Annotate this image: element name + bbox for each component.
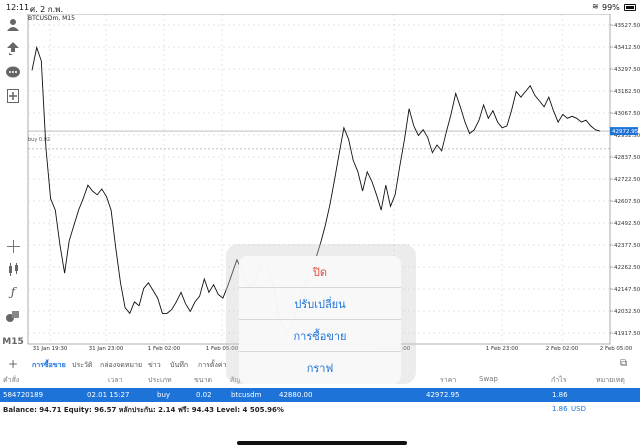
- y-tick-label: 41917.50: [614, 331, 640, 337]
- y-tick-label: 42147.50: [614, 287, 640, 293]
- summary-currency: USD: [571, 405, 586, 413]
- balance-summary: Balance: 94.71 Equity: 96.57 หลักประกัน:…: [0, 402, 640, 416]
- tab-history[interactable]: ประวัติ: [72, 360, 92, 371]
- col-type: ประเภท: [148, 376, 172, 384]
- battery-icon: [624, 4, 636, 11]
- y-tick-label: 42377.50: [614, 243, 640, 249]
- trade-icon[interactable]: [5, 40, 21, 56]
- cell-symbol: btcusdm: [231, 391, 262, 399]
- tab-trade[interactable]: การซื้อขาย: [32, 360, 66, 371]
- buy-order-label: buy 0.02: [28, 137, 51, 143]
- col-volume: ขนาด: [194, 376, 213, 384]
- shapes-icon[interactable]: [5, 308, 21, 324]
- close-position-button[interactable]: ปิด: [239, 256, 401, 287]
- new-order-icon[interactable]: [5, 88, 21, 104]
- summary-profit: 1.86: [552, 405, 568, 413]
- status-bar: 12:11 ศ. 2 ก.พ. ≋ 99%: [0, 0, 640, 14]
- x-tick-label: 31 Jan 23:00: [89, 346, 124, 352]
- chart-toolbar: ƒ M15: [0, 14, 26, 357]
- x-tick-label: 2 Feb 02:00: [546, 346, 579, 352]
- chart-title: BTCUSDm, M15: [28, 15, 75, 22]
- crosshair-icon[interactable]: [5, 238, 21, 254]
- battery-percent: 99%: [602, 3, 620, 12]
- objects-icon[interactable]: ƒ: [5, 284, 21, 300]
- col-time: เวลา: [108, 376, 123, 384]
- chart-button[interactable]: กราฟ: [239, 352, 401, 383]
- y-tick-label: 42032.50: [614, 309, 640, 315]
- col-comment: หมายเหตุ: [596, 376, 625, 384]
- tab-journal[interactable]: บันทึก: [170, 360, 188, 371]
- indicators-icon[interactable]: [5, 261, 21, 277]
- cell-order: 584720189: [3, 391, 44, 399]
- tab-settings[interactable]: การตั้งค่า: [198, 360, 227, 371]
- timeframe-label[interactable]: M15: [2, 334, 23, 350]
- y-tick-label: 42262.50: [614, 265, 640, 271]
- expand-icon[interactable]: ⧉: [620, 358, 627, 369]
- y-tick-label: 43527.50: [614, 23, 640, 29]
- y-tick-label: 43067.50: [614, 111, 640, 117]
- y-tick-label: 42837.50: [614, 155, 640, 161]
- col-order: คำสั่ง: [3, 376, 20, 384]
- table-row[interactable]: 584720189 02.01 15:27 buy 0.02 btcusdm 4…: [0, 388, 640, 402]
- cell-profit: 1.86: [552, 391, 568, 399]
- wifi-icon: ≋: [592, 2, 599, 11]
- balance-text: Balance: 94.71 Equity: 96.57 หลักประกัน:…: [3, 406, 284, 414]
- y-tick-label: 42607.50: [614, 199, 640, 205]
- x-tick-label: 1 Feb 02:00: [148, 346, 181, 352]
- tab-mailbox[interactable]: กล่องจดหมาย: [100, 360, 142, 371]
- cell-open-price: 42880.00: [279, 391, 313, 399]
- add-icon[interactable]: +: [8, 357, 18, 371]
- y-tick-label: 42722.50: [614, 177, 640, 183]
- x-tick-label: 2 Feb 05:00: [600, 346, 633, 352]
- y-tick-label: 43182.50: [614, 89, 640, 95]
- chat-icon[interactable]: [5, 64, 21, 80]
- cell-type: buy: [157, 391, 171, 399]
- x-tick-label: 31 Jan 19:30: [33, 346, 68, 352]
- y-tick-label: 43297.50: [614, 67, 640, 73]
- home-indicator: [237, 441, 407, 445]
- modify-position-button[interactable]: ปรับเปลี่ยน: [239, 288, 401, 319]
- current-price-label: 42972.95: [612, 129, 639, 135]
- action-sheet: ปิด ปรับเปลี่ยน การซื้อขาย กราฟ: [239, 256, 401, 384]
- col-swap: Swap: [479, 375, 498, 383]
- status-time: 12:11: [6, 3, 30, 12]
- cell-time: 02.01 15:27: [87, 391, 130, 399]
- cell-price: 42972.95: [426, 391, 460, 399]
- col-profit: กำไร: [551, 376, 567, 384]
- cell-volume: 0.02: [196, 391, 212, 399]
- account-icon[interactable]: [5, 16, 21, 32]
- y-tick-label: 42492.50: [614, 221, 640, 227]
- tab-news[interactable]: ข่าว: [148, 360, 161, 371]
- x-tick-label: 1 Feb 23:00: [486, 346, 519, 352]
- trade-button[interactable]: การซื้อขาย: [239, 320, 401, 351]
- col-price: ราคา: [440, 376, 457, 384]
- y-tick-label: 43412.50: [614, 45, 640, 51]
